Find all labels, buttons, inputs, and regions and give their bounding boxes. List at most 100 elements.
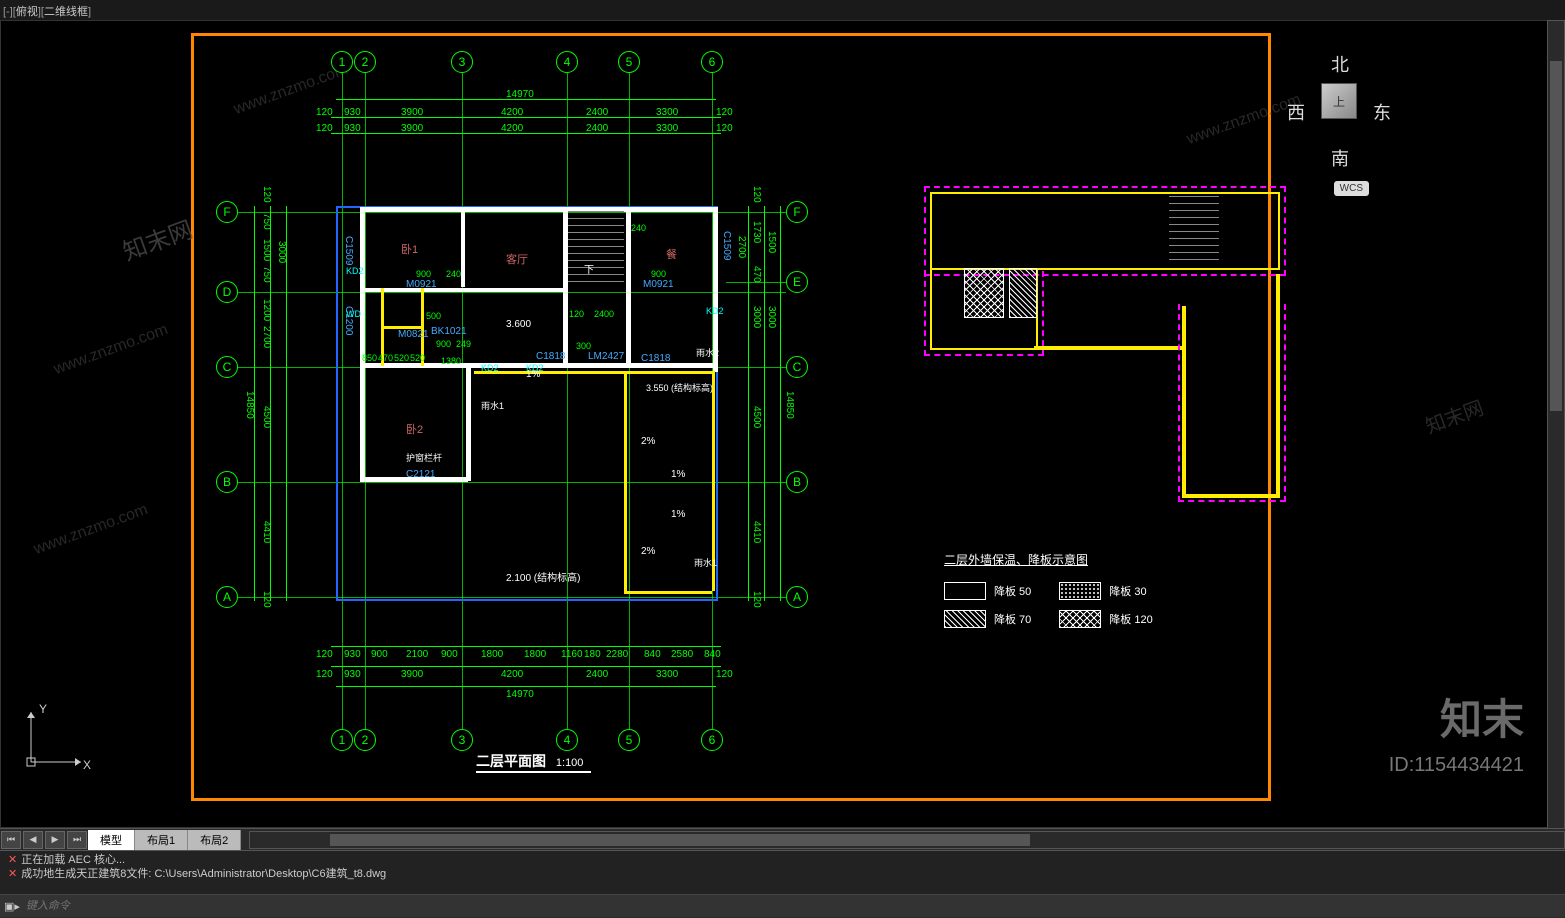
dim: 2400: [594, 309, 614, 319]
drawing-canvas[interactable]: www.znzmo.com 知末网 www.znzmo.com www.znzm…: [0, 20, 1565, 828]
terrace-edge: [624, 591, 712, 594]
grid-bubble-C: C: [216, 356, 238, 378]
dim: 900: [416, 269, 431, 279]
dim: 180: [584, 649, 601, 660]
viewcube-south[interactable]: 南: [1331, 145, 1349, 171]
elevation: 3.600: [506, 319, 531, 330]
grid-bubble-Ar: A: [786, 586, 808, 608]
dim: 4500: [751, 406, 762, 428]
grid-bubble-5: 5: [618, 51, 640, 73]
ucs-y: Y: [39, 702, 47, 716]
grid-bubble-F: F: [216, 201, 238, 223]
tag: M0921: [406, 279, 437, 290]
grid-bubble-Br: B: [786, 471, 808, 493]
tag: KD2: [481, 363, 499, 373]
command-area: ✕正在加载 AEC 核心... ✕成功地生成天正建筑8文件: C:\Users\…: [0, 850, 1565, 918]
tag: M0921: [643, 279, 674, 290]
dim-line: [331, 117, 721, 118]
viewcube-west[interactable]: 西: [1287, 99, 1305, 125]
grid-bubble-2b: 2: [354, 729, 376, 751]
dim: 3900: [401, 669, 423, 680]
tag: KD2: [346, 266, 364, 276]
image-id: ID:1154434421: [1389, 754, 1524, 777]
grid-bubble-1: 1: [331, 51, 353, 73]
dim: 2400: [586, 669, 608, 680]
viewcube[interactable]: 北 南 东 西 上: [1279, 51, 1399, 171]
watermark: 知末网: [117, 210, 197, 268]
command-history[interactable]: ✕正在加载 AEC 核心... ✕成功地生成天正建筑8文件: C:\Users\…: [0, 851, 1565, 895]
tag: C2121: [406, 469, 435, 480]
dim: 900: [441, 649, 458, 660]
tab-last-icon[interactable]: ⏭: [67, 831, 87, 849]
dim-line: [336, 99, 716, 100]
room-label: 客厅: [506, 251, 528, 267]
dim: 3000: [751, 306, 762, 328]
dim: 900: [651, 269, 666, 279]
close-icon[interactable]: ✕: [8, 854, 17, 866]
wall: [466, 363, 471, 481]
dim: 2100: [406, 649, 428, 660]
dim: 2280: [606, 649, 628, 660]
tag: C1818: [536, 351, 565, 362]
command-input-row: ▣▸: [0, 895, 1565, 917]
grid-bubble-6b: 6: [701, 729, 723, 751]
tag: LM2427: [588, 351, 624, 362]
floor-plan-drawing: 1 2 3 4 5 6 1 2 3 4 5 6 F D C B A F E C …: [206, 51, 801, 761]
swatch-cross: [1059, 610, 1101, 628]
tab-next-icon[interactable]: ▶: [45, 831, 65, 849]
wcs-badge[interactable]: WCS: [1334, 181, 1369, 196]
tab-layout1[interactable]: 布局1: [135, 830, 188, 850]
scroll-thumb-h[interactable]: [330, 834, 1030, 846]
dim: 1160: [561, 649, 583, 660]
tag: C1509: [343, 236, 354, 265]
dim-line: [254, 206, 255, 601]
schematic-title: 二层外墙保温、降板示意图: [944, 551, 1274, 568]
magenta-outline: [1178, 304, 1286, 502]
dim: 520: [410, 353, 425, 363]
dim-line: [331, 646, 721, 647]
slope: 1%: [671, 469, 685, 480]
room-label: 卧2: [406, 421, 423, 437]
dim: 2700: [736, 236, 747, 258]
stair: [1169, 196, 1219, 266]
scroll-thumb[interactable]: [1550, 61, 1562, 411]
yellow-wall: [930, 192, 1280, 270]
viewport-label[interactable]: [-][俯视][二维线框]: [3, 3, 91, 19]
wall: [360, 288, 565, 292]
command-input[interactable]: [26, 900, 1561, 912]
wall: [360, 207, 718, 212]
dim: 249: [456, 339, 471, 349]
grid-bubble-D: D: [216, 281, 238, 303]
slope: 2%: [641, 546, 655, 557]
slope: 1%: [671, 509, 685, 520]
tag: C1818: [641, 353, 670, 364]
grid-bubble-Er: E: [786, 271, 808, 293]
dim: 2580: [671, 649, 693, 660]
viewcube-top-face[interactable]: 上: [1321, 83, 1357, 119]
dim: 14850: [784, 391, 795, 419]
close-icon[interactable]: ✕: [8, 868, 17, 880]
tag: C1509: [721, 231, 732, 260]
plan-title: 二层平面图 1:100: [476, 751, 583, 771]
yellow-wall: [1034, 346, 1184, 350]
tab-first-icon[interactable]: ⏮: [1, 831, 21, 849]
dim: 500: [426, 311, 441, 321]
viewcube-east[interactable]: 东: [1373, 99, 1391, 125]
tab-prev-icon[interactable]: ◀: [23, 831, 43, 849]
ucs-x: X: [83, 758, 91, 772]
viewcube-north[interactable]: 北: [1331, 51, 1349, 77]
insulation-schematic: [924, 186, 1294, 506]
drain: 雨水2: [696, 346, 719, 359]
tab-layout2[interactable]: 布局2: [188, 830, 241, 850]
wall: [461, 207, 465, 287]
dim: 120: [716, 669, 733, 680]
scrollbar-vertical[interactable]: [1547, 20, 1565, 832]
dim-line: [336, 686, 716, 687]
tab-model[interactable]: 模型: [88, 830, 135, 850]
drain: 雨水1: [694, 556, 717, 569]
grid-bubble-Fr: F: [786, 201, 808, 223]
dim: 1800: [481, 649, 503, 660]
legend-item: 降板 120: [1059, 610, 1152, 628]
stair: [568, 211, 624, 286]
ucs-icon[interactable]: X Y: [21, 702, 91, 772]
